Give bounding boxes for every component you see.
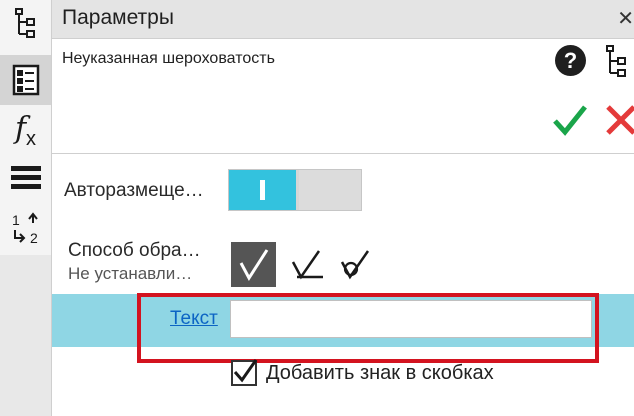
toggle-off-segment <box>299 170 361 210</box>
method-value: Не устанавли… <box>68 264 193 283</box>
fx-icon-sub: x <box>26 128 37 150</box>
method-option-circle-icon[interactable] <box>338 248 376 282</box>
add-in-brackets-checkbox[interactable] <box>231 359 258 386</box>
tree-icon[interactable] <box>0 0 51 46</box>
auto-placement-label: Авторазмеще… <box>64 180 204 201</box>
left-toolbar-empty <box>0 255 51 416</box>
panel-title: Параметры <box>62 6 174 29</box>
divider <box>52 153 634 154</box>
text-input[interactable] <box>230 300 592 338</box>
panel-header: Параметры ✕ <box>52 0 634 39</box>
ok-check-icon[interactable] <box>552 104 588 141</box>
toggle-on-segment <box>229 170 296 210</box>
swap-icon[interactable]: 1 2 <box>0 205 51 251</box>
method-option-check-icon[interactable] <box>289 248 327 282</box>
properties-icon[interactable] <box>0 55 51 105</box>
object-name: Неуказанная шероховатость <box>62 50 275 67</box>
method-option-v-mark-icon[interactable] <box>231 242 276 287</box>
cancel-x-icon[interactable] <box>605 104 634 141</box>
left-toolbar: fx 1 2 <box>0 0 52 416</box>
tree-icon[interactable] <box>604 44 630 83</box>
fx-icon-label: f <box>14 111 27 146</box>
swap-icon-bottom: 2 <box>30 230 38 246</box>
swap-icon-top: 1 <box>12 212 20 228</box>
close-icon[interactable]: ✕ <box>617 6 634 31</box>
method-label: Способ обра… <box>68 240 201 261</box>
add-in-brackets-label: Добавить знак в скобках <box>266 362 494 384</box>
fx-icon[interactable]: fx <box>0 110 51 152</box>
auto-placement-toggle[interactable] <box>228 169 362 211</box>
layers-icon[interactable] <box>0 158 51 198</box>
text-link[interactable]: Текст <box>170 308 218 330</box>
help-icon[interactable]: ? <box>555 45 586 76</box>
